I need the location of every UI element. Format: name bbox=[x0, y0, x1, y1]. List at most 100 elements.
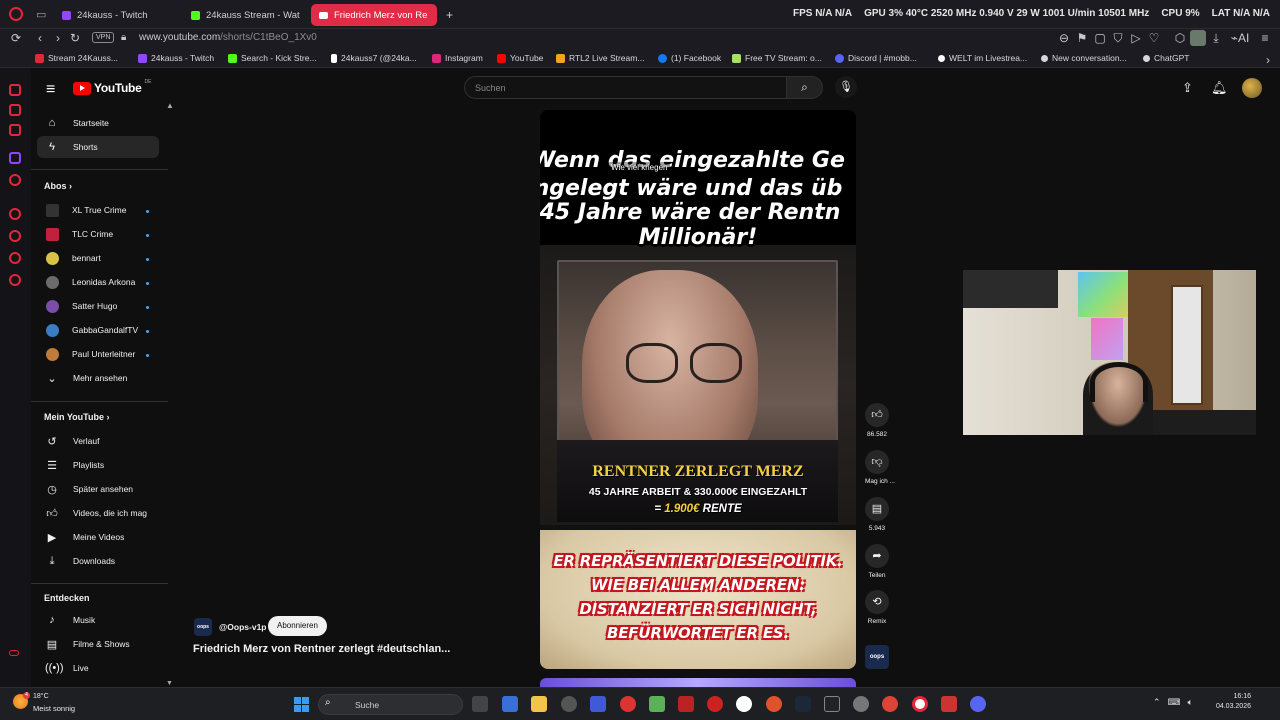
hamburger-menu-icon[interactable]: ≡ bbox=[46, 81, 55, 99]
search-button[interactable]: ⌕ bbox=[787, 76, 823, 99]
tab-twitch[interactable]: 24kauss - Twitch bbox=[54, 4, 182, 26]
calculator-icon[interactable] bbox=[502, 696, 518, 712]
search-input[interactable]: Suchen bbox=[464, 76, 787, 99]
youtube-sidebar-icon[interactable] bbox=[9, 174, 21, 186]
heart-icon[interactable]: ♡ bbox=[1147, 31, 1161, 45]
lock-icon[interactable]: 🔒︎ bbox=[121, 32, 126, 43]
bookmark-item[interactable]: Free TV Stream: o... bbox=[732, 53, 822, 63]
dislike-button[interactable]: 👎︎ Mag ich ... bbox=[865, 450, 895, 485]
snapshot-icon[interactable]: ▢ bbox=[1093, 31, 1107, 45]
notifications-icon[interactable]: 🔔︎ bbox=[1211, 80, 1228, 96]
short-video-player[interactable]: Wenn das eingezahlte Ge ngelegt wäre und… bbox=[540, 110, 856, 669]
sidebar-item-home[interactable]: ⌂ Startseite bbox=[37, 112, 159, 134]
sidebar-item-music[interactable]: ♪ Musik bbox=[37, 609, 159, 631]
sidebar-item-downloads[interactable]: ⤓ Downloads bbox=[37, 550, 159, 572]
workspaces-icon[interactable]: ▭ bbox=[36, 8, 48, 21]
gx-icon[interactable] bbox=[9, 650, 19, 656]
obs-icon[interactable] bbox=[736, 696, 752, 712]
video-title[interactable]: Friedrich Merz von Rentner zerlegt #deut… bbox=[193, 643, 450, 655]
sidebar-item-watch-later[interactable]: ◷ Später ansehen bbox=[37, 478, 159, 500]
channel-item[interactable]: Satter Hugo bbox=[37, 295, 159, 317]
pin-icon[interactable]: ⚑ bbox=[1075, 31, 1089, 45]
task-view-icon[interactable] bbox=[472, 696, 488, 712]
player-sidebar-icon[interactable] bbox=[9, 208, 21, 220]
messenger-icon[interactable] bbox=[9, 104, 21, 116]
settings-icon[interactable] bbox=[853, 696, 869, 712]
taskbar-search[interactable]: Suche bbox=[318, 694, 463, 715]
history-sidebar-icon[interactable] bbox=[9, 230, 21, 242]
chrome-icon[interactable] bbox=[882, 696, 898, 712]
subscribe-button[interactable]: Abonnieren bbox=[268, 616, 327, 636]
tray-overflow-icon[interactable]: ⌃ bbox=[1153, 697, 1161, 708]
tab-youtube-active[interactable]: Friedrich Merz von Re bbox=[311, 4, 437, 26]
red-app-icon[interactable] bbox=[707, 696, 723, 712]
opera-logo-icon[interactable] bbox=[9, 7, 23, 21]
url-field[interactable]: www.youtube.com/shorts/C1tBeO_1Xv0 bbox=[139, 32, 317, 43]
voice-search-icon[interactable]: 🎙︎ bbox=[835, 76, 857, 98]
bookmark-item[interactable]: (1) Facebook bbox=[658, 53, 721, 63]
twitch-sidebar-icon[interactable] bbox=[9, 152, 21, 164]
refresh-icon[interactable]: ↻ bbox=[68, 31, 82, 45]
settings-sidebar-icon[interactable] bbox=[9, 274, 21, 286]
bookmark-item[interactable]: ChatGPT bbox=[1143, 53, 1189, 63]
subscriptions-header[interactable]: Abos › bbox=[44, 181, 72, 191]
share-button[interactable]: ➦ Teilen bbox=[865, 544, 889, 579]
extensions-sidebar-icon[interactable] bbox=[9, 252, 21, 264]
bookmark-item[interactable]: YouTube bbox=[497, 53, 543, 63]
channel-item[interactable]: bennart bbox=[37, 247, 159, 269]
mouse-app-icon[interactable] bbox=[561, 696, 577, 712]
player-icon[interactable]: ▷ bbox=[1129, 31, 1143, 45]
sidebar-item-live[interactable]: ((•)) Live bbox=[37, 657, 159, 679]
download-icon[interactable]: ⤓ bbox=[1209, 31, 1223, 46]
upload-icon[interactable]: ⇪ bbox=[1182, 80, 1193, 96]
media-app-icon[interactable] bbox=[941, 696, 957, 712]
recorder-icon[interactable] bbox=[620, 696, 636, 712]
news-app-icon[interactable] bbox=[678, 696, 694, 712]
bookmark-item[interactable]: Search - Kick Stre... bbox=[228, 53, 317, 63]
sidebar-item-my-videos[interactable]: ▶ Meine Videos bbox=[37, 526, 159, 548]
channel-item[interactable]: Leonidas Arkona bbox=[37, 271, 159, 293]
firefox-icon[interactable] bbox=[766, 696, 782, 712]
aria-icon[interactable] bbox=[9, 84, 21, 96]
music-player-icon[interactable] bbox=[9, 124, 21, 136]
bookmark-item[interactable]: Discord | #mobb... bbox=[835, 53, 917, 63]
like-button[interactable]: 👍︎ 86.582 bbox=[865, 403, 889, 438]
sidebar-item-shorts[interactable]: ϟ Shorts bbox=[37, 136, 159, 158]
bookmarks-more-icon[interactable]: › bbox=[1261, 53, 1275, 67]
channel-handle[interactable]: @Oops-v1p bbox=[219, 622, 267, 632]
weather-condition[interactable]: Meist sonnig bbox=[33, 704, 75, 713]
account-avatar[interactable] bbox=[1242, 78, 1262, 98]
sidebar-scroll-up-icon[interactable]: ▲ bbox=[166, 101, 174, 110]
discord-icon[interactable] bbox=[970, 696, 986, 712]
remix-button[interactable]: ⟲ Remix bbox=[865, 590, 889, 625]
bookmark-item[interactable]: New conversation... bbox=[1041, 53, 1127, 63]
my-youtube-header[interactable]: Mein YouTube › bbox=[44, 412, 110, 422]
sidebar-item-history[interactable]: ↺ Verlauf bbox=[37, 430, 159, 452]
steam-icon[interactable] bbox=[795, 696, 811, 712]
channel-item[interactable]: XL True Crime bbox=[37, 199, 159, 221]
bookmark-item[interactable]: Stream 24Kauss... bbox=[35, 53, 118, 63]
sidebar-scroll-down-icon[interactable]: ▼ bbox=[166, 680, 173, 687]
bookmark-item[interactable]: 24kauss - Twitch bbox=[138, 53, 214, 63]
reload-icon[interactable]: ⟳ bbox=[9, 31, 23, 45]
system-tray[interactable]: ⌃ ⌨ 🔈︎ bbox=[1153, 697, 1193, 708]
menu-icon[interactable]: ≡ bbox=[1258, 31, 1272, 45]
bookmark-item[interactable]: WELT im Livestrea... bbox=[938, 53, 1027, 63]
zoom-icon[interactable]: ⊖ bbox=[1057, 31, 1071, 45]
bookmark-item[interactable]: RTL2 Live Stream... bbox=[556, 53, 644, 63]
profile-avatar-icon[interactable] bbox=[1190, 30, 1206, 46]
youtube-logo[interactable]: YouTube DE bbox=[73, 79, 151, 95]
vpn-badge[interactable]: VPN bbox=[92, 32, 115, 43]
shield-icon[interactable]: ⛉ bbox=[1111, 31, 1125, 46]
bookmark-item[interactable]: Instagram bbox=[432, 53, 483, 63]
show-more-button[interactable]: ⌄ Mehr ansehen bbox=[37, 367, 159, 389]
v-app-icon[interactable] bbox=[590, 696, 606, 712]
file-explorer-icon[interactable] bbox=[531, 696, 547, 712]
network-icon[interactable]: ⌨ bbox=[1168, 697, 1181, 708]
bookmark-item[interactable]: 24kauss7 (@24ka... bbox=[331, 53, 417, 63]
channel-item[interactable]: TLC Crime bbox=[37, 223, 159, 245]
opera-gx-icon[interactable] bbox=[912, 696, 928, 712]
stack-app-icon[interactable] bbox=[649, 696, 665, 712]
weather-temperature[interactable]: 18°C bbox=[33, 693, 49, 700]
tab-kick[interactable]: 24kauss Stream - Wat bbox=[183, 4, 309, 26]
